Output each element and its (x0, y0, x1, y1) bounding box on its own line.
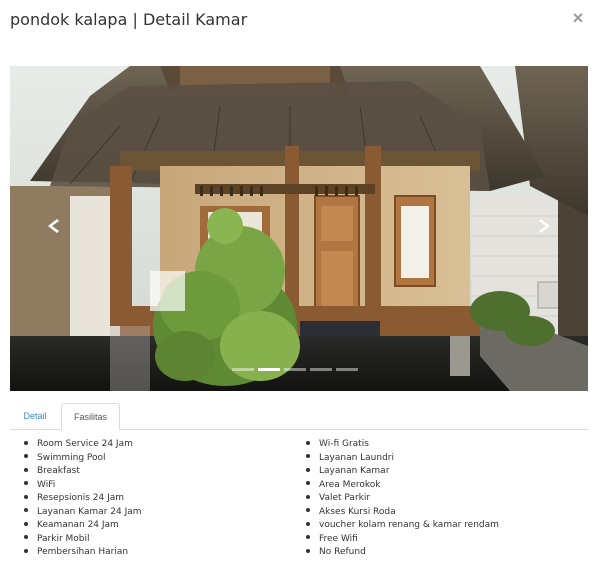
carousel-indicator[interactable] (232, 368, 254, 371)
bullet-icon (306, 548, 310, 553)
facility-item: Layanan Kamar 24 Jam (24, 506, 142, 520)
facility-item: voucher kolam renang & kamar rendam (306, 519, 499, 533)
facility-label: Wi-fi Gratis (319, 439, 369, 449)
bullet-icon (306, 535, 310, 539)
bullet-icon (24, 467, 28, 472)
bullet-icon (306, 508, 310, 512)
bullet-icon (24, 481, 28, 485)
facility-label: WiFi (37, 479, 56, 490)
facility-label: Keamanan 24 Jam (37, 520, 119, 530)
facility-label: Layanan Laundri (319, 452, 395, 463)
bullet-icon (24, 494, 28, 499)
facility-label: Akses Kursi Roda (319, 506, 396, 517)
facility-label: Resepsionis 24 Jam (37, 493, 125, 503)
facility-item: Akses Kursi Roda (306, 506, 499, 520)
facility-item: Pembersihan Harian (24, 546, 142, 560)
close-button[interactable]: × (569, 8, 587, 28)
facility-item: Room Service 24 Jam (24, 438, 142, 452)
facility-item: Breakfast (24, 465, 142, 479)
facility-item: Free Wifi (306, 533, 499, 547)
room-detail-tabs: Detail Fasilitas (10, 403, 588, 431)
facility-label: No Refund (319, 547, 366, 557)
carousel-indicator[interactable] (310, 368, 332, 371)
facility-item: Layanan Laundri (306, 452, 499, 466)
facility-label: Valet Parkir (319, 493, 371, 503)
bullet-icon (306, 440, 310, 445)
modal-header: pondok kalapa | Detail Kamar × (0, 0, 595, 44)
bullet-icon (306, 481, 310, 485)
facility-label: Layanan Kamar (319, 466, 390, 476)
facility-label: Free Wifi (319, 533, 358, 544)
facility-label: Pembersihan Harian (37, 547, 129, 557)
facility-label: Parkir Mobil (37, 533, 90, 544)
facility-label: Room Service 24 Jam (37, 439, 133, 449)
bullet-icon (24, 521, 28, 526)
facility-label: Area Merokok (319, 479, 381, 490)
bullet-icon (306, 467, 310, 472)
facility-label: Layanan Kamar 24 Jam (37, 506, 142, 517)
facilities-list-left: Room Service 24 Jam Swimming Pool Breakf… (24, 438, 142, 560)
facility-label: voucher kolam renang & kamar rendam (319, 520, 499, 530)
facility-item: Resepsionis 24 Jam (24, 492, 142, 506)
facility-label: Swimming Pool (37, 452, 106, 463)
chevron-left-icon (48, 219, 59, 233)
carousel-indicator-active[interactable] (258, 368, 280, 371)
facility-item: Parkir Mobil (24, 533, 142, 547)
carousel-indicator[interactable] (336, 368, 358, 371)
facility-label: Breakfast (37, 466, 80, 476)
facility-item: Valet Parkir (306, 492, 499, 506)
facility-item: Keamanan 24 Jam (24, 519, 142, 533)
bullet-icon (24, 548, 28, 553)
tab-fasilitas[interactable]: Fasilitas (61, 403, 120, 431)
bullet-icon (24, 454, 28, 458)
bullet-icon (24, 535, 28, 539)
carousel-prev-button[interactable] (38, 206, 68, 246)
bullet-icon (24, 440, 28, 445)
carousel-indicators (232, 368, 358, 372)
room-photo-carousel[interactable] (10, 66, 588, 391)
facilities-list-right: Wi-fi Gratis Layanan Laundri Layanan Kam… (306, 438, 499, 560)
carousel-indicator[interactable] (284, 368, 306, 371)
bullet-icon (306, 454, 310, 458)
chevron-right-icon (539, 219, 550, 233)
tab-detail[interactable]: Detail (10, 403, 60, 430)
facility-item: Area Merokok (306, 479, 499, 493)
modal-title: pondok kalapa | Detail Kamar (10, 10, 248, 29)
facility-item: Wi-fi Gratis (306, 438, 499, 452)
room-photo (10, 66, 588, 391)
bullet-icon (306, 494, 310, 499)
bullet-icon (24, 508, 28, 512)
facility-item: WiFi (24, 479, 142, 493)
bullet-icon (306, 521, 310, 526)
facility-item: Layanan Kamar (306, 465, 499, 479)
facility-item: Swimming Pool (24, 452, 142, 466)
facility-item: No Refund (306, 546, 499, 560)
carousel-next-button[interactable] (530, 206, 560, 246)
